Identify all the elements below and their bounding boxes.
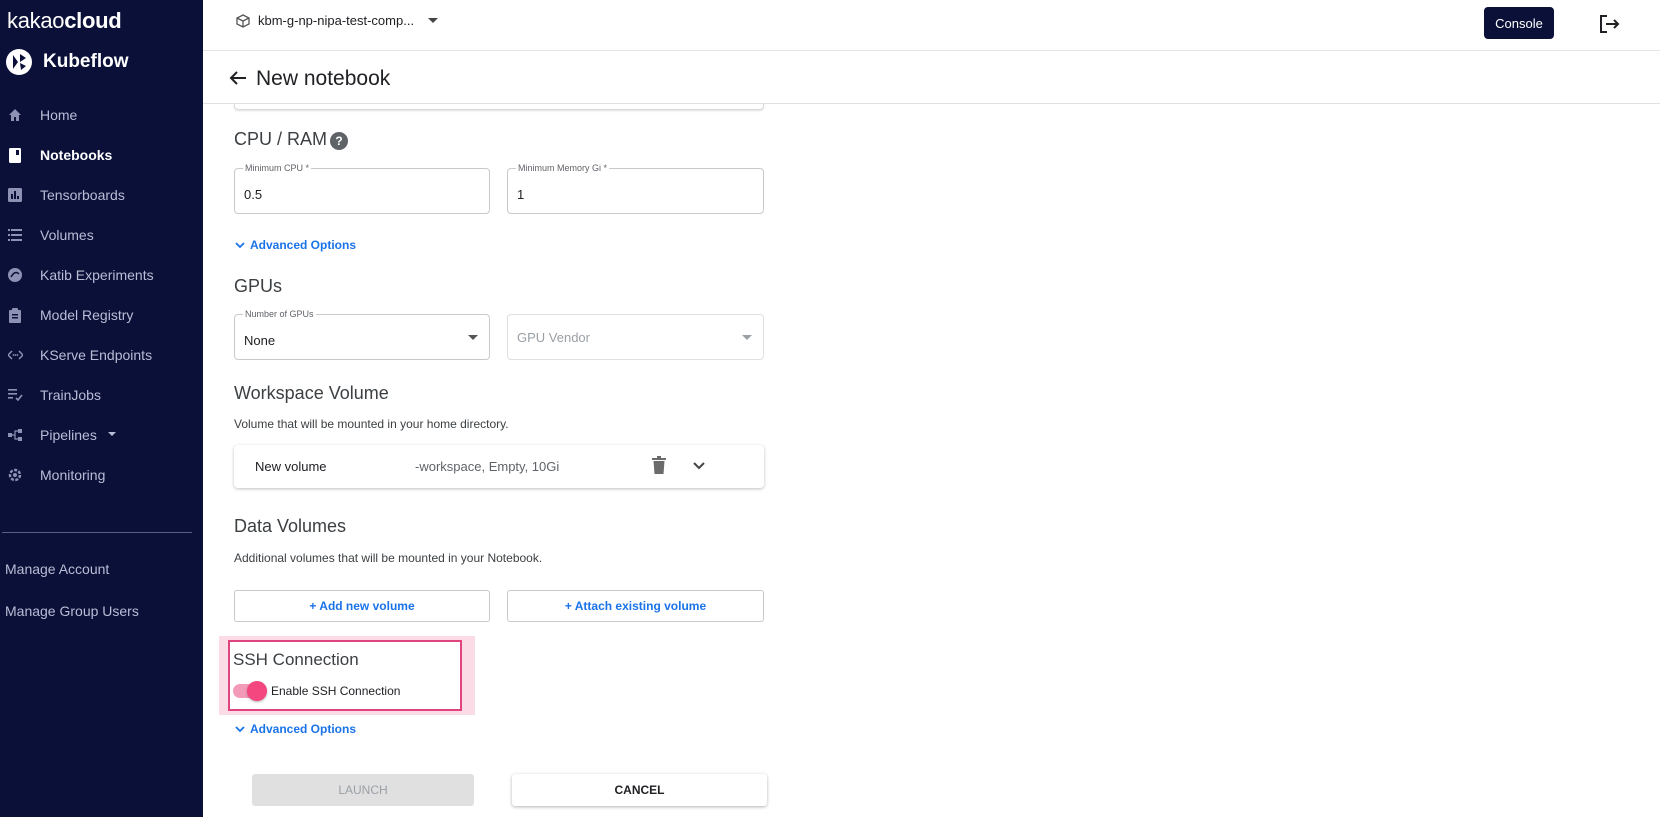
- sidebar-item-label: TrainJobs: [40, 387, 101, 403]
- attach-existing-volume-button[interactable]: + Attach existing volume: [507, 590, 764, 622]
- minimum-memory-field[interactable]: Minimum Memory Gi * 1: [507, 163, 764, 214]
- data-volumes-description: Additional volumes that will be mounted …: [234, 551, 543, 565]
- minimum-cpu-field[interactable]: Minimum CPU * 0.5: [234, 163, 490, 214]
- launch-button[interactable]: LAUNCH: [252, 774, 474, 806]
- chevron-down-icon[interactable]: [691, 458, 707, 474]
- cube-icon: [236, 13, 250, 28]
- tensorboard-icon: [7, 187, 23, 203]
- sidebar-item-monitoring[interactable]: Monitoring: [0, 455, 203, 495]
- manage-account-link[interactable]: Manage Account: [5, 561, 109, 577]
- katib-icon: [7, 267, 23, 283]
- ssh-connection-heading: SSH Connection: [233, 650, 359, 669]
- field-label: Minimum Memory Gi *: [516, 163, 610, 173]
- kubeflow-logo-icon: [6, 49, 32, 75]
- top-bar: kbm-g-np-nipa-test-comp... Console: [203, 0, 1660, 51]
- sidebar-item-label: Monitoring: [40, 467, 106, 483]
- workspace-volume-heading: Workspace Volume: [234, 383, 389, 403]
- logout-icon[interactable]: [1597, 12, 1621, 36]
- sidebar-item-model-registry[interactable]: Model Registry: [0, 295, 203, 335]
- checklist-icon: [7, 387, 23, 403]
- sidebar-item-label: Home: [40, 107, 78, 123]
- sidebar-item-label: Katib Experiments: [40, 267, 154, 283]
- advanced-options-toggle-2[interactable]: Advanced Options: [234, 722, 356, 736]
- sidebar-item-label: Volumes: [40, 227, 94, 243]
- trash-icon[interactable]: [651, 456, 667, 474]
- sidebar-item-volumes[interactable]: Volumes: [0, 215, 203, 255]
- sidebar-item-kserve-endpoints[interactable]: KServe Endpoints: [0, 335, 203, 375]
- namespace-selector[interactable]: kbm-g-np-nipa-test-comp...: [236, 13, 439, 28]
- title-bar: New notebook: [203, 51, 1660, 104]
- notebook-icon: [7, 147, 23, 163]
- chevron-down-icon: [108, 432, 116, 436]
- volume-info: -workspace, Empty, 10Gi: [415, 459, 560, 474]
- field-value: 1: [517, 187, 525, 202]
- field-value: None: [244, 333, 276, 348]
- notebook-form: CPU / RAM ? Minimum CPU * 0.5 Minimum Me…: [203, 104, 1660, 817]
- chevron-down-icon: [235, 242, 245, 249]
- kubeflow-title: Kubeflow: [43, 51, 129, 72]
- sidebar-item-tensorboards[interactable]: Tensorboards: [0, 175, 203, 215]
- workspace-volume-description: Volume that will be mounted in your home…: [234, 417, 509, 431]
- sidebar-item-label: Notebooks: [40, 147, 113, 163]
- dropdown-arrow-icon: [468, 335, 478, 340]
- kakaocloud-logo: kakaocloud: [7, 8, 122, 33]
- volumes-icon: [7, 227, 23, 243]
- console-button[interactable]: Console: [1484, 7, 1554, 39]
- sidebar-divider: [2, 532, 192, 533]
- ssh-connection-section: SSH Connection Enable SSH Connection: [228, 640, 462, 711]
- back-arrow-icon[interactable]: [229, 69, 247, 87]
- pipelines-icon: [7, 427, 23, 443]
- ssh-toggle-label: Enable SSH Connection: [271, 684, 401, 698]
- sidebar-item-label: Model Registry: [40, 307, 134, 323]
- gpus-heading: GPUs: [234, 276, 283, 296]
- number-of-gpus-select[interactable]: Number of GPUs None: [234, 309, 490, 360]
- chevron-down-icon: [428, 18, 439, 23]
- advanced-options-toggle[interactable]: Advanced Options: [234, 238, 356, 252]
- field-value: 0.5: [244, 187, 263, 202]
- cpu-ram-heading: CPU / RAM: [234, 129, 328, 149]
- advanced-options-label: Advanced Options: [250, 722, 357, 736]
- endpoints-icon: [7, 347, 23, 363]
- ssh-toggle[interactable]: [233, 681, 267, 701]
- cancel-button[interactable]: CANCEL: [512, 774, 767, 806]
- toggle-knob: [247, 681, 267, 701]
- sidebar-item-trainjobs[interactable]: TrainJobs: [0, 375, 203, 415]
- page-title: New notebook: [256, 67, 391, 90]
- volume-name: New volume: [255, 459, 327, 474]
- home-icon: [7, 107, 23, 123]
- previous-field-edge: [234, 104, 764, 110]
- field-placeholder: GPU Vendor: [517, 330, 590, 345]
- field-label: Number of GPUs: [243, 309, 316, 319]
- advanced-options-label: Advanced Options: [250, 238, 357, 252]
- workspace-volume-card[interactable]: New volume -workspace, Empty, 10Gi: [234, 445, 764, 488]
- chevron-down-icon: [235, 726, 245, 733]
- sidebar-item-pipelines[interactable]: Pipelines: [0, 415, 203, 455]
- field-label: Minimum CPU *: [243, 163, 312, 173]
- sidebar: kakaocloud Kubeflow Home Notebooks Tenso…: [0, 0, 203, 817]
- sidebar-item-notebooks[interactable]: Notebooks: [0, 135, 203, 175]
- gpu-vendor-select: GPU Vendor: [507, 314, 764, 360]
- help-icon[interactable]: ?: [330, 132, 348, 150]
- sidebar-item-home[interactable]: Home: [0, 95, 203, 135]
- data-volumes-heading: Data Volumes: [234, 516, 347, 536]
- manage-group-users-link[interactable]: Manage Group Users: [5, 603, 139, 619]
- sidebar-item-katib-experiments[interactable]: Katib Experiments: [0, 255, 203, 295]
- kubeflow-brand[interactable]: Kubeflow: [5, 48, 129, 76]
- add-new-volume-button[interactable]: + Add new volume: [234, 590, 490, 622]
- dropdown-arrow-icon: [742, 335, 752, 340]
- gear-icon: [7, 467, 23, 483]
- sidebar-item-label: Tensorboards: [40, 187, 125, 203]
- ssh-connection-highlight: SSH Connection Enable SSH Connection: [219, 636, 475, 715]
- clipboard-icon: [7, 307, 23, 323]
- namespace-label: kbm-g-np-nipa-test-comp...: [258, 13, 415, 28]
- sidebar-item-label: Pipelines: [40, 427, 97, 443]
- sidebar-item-label: KServe Endpoints: [40, 347, 153, 363]
